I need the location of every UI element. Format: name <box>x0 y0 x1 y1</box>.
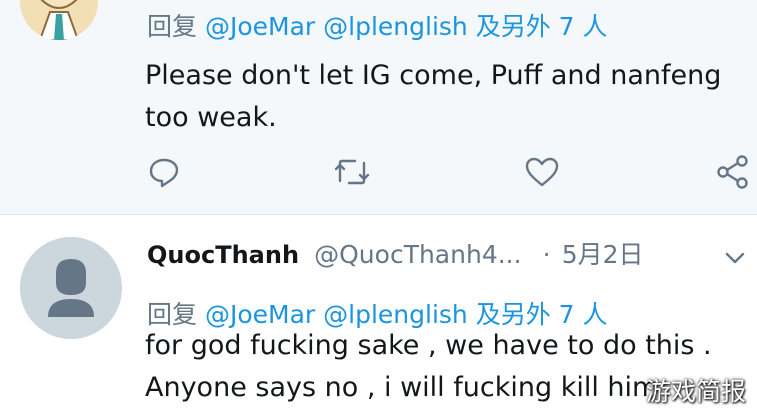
tweet-card[interactable]: 回复 @JoeMar @lplenglish 及另外 7 人 Please do… <box>0 0 757 214</box>
like-icon <box>525 157 559 187</box>
retweet-icon <box>334 159 370 185</box>
mention-link[interactable]: @lplenglish <box>323 12 468 41</box>
share-icon <box>717 155 748 189</box>
mention-link[interactable]: @JoeMar <box>205 12 315 41</box>
reply-context: 回复 @JoeMar @lplenglish 及另外 7 人 <box>147 12 608 42</box>
avatar[interactable] <box>20 0 98 40</box>
tweet-text-line: Anyone says no , i will fucking kill him <box>145 372 659 403</box>
reply-prefix: 回复 <box>147 12 198 41</box>
more-options-button[interactable] <box>720 243 750 273</box>
default-profile-icon <box>20 237 122 339</box>
tweet-header: QuocThanh @QuocThanh4... · 5月2日 <box>147 235 644 275</box>
display-name[interactable]: QuocThanh <box>147 241 299 269</box>
avatar[interactable] <box>20 237 122 339</box>
like-button[interactable] <box>520 150 564 194</box>
user-handle[interactable]: @QuocThanh4... <box>314 240 521 269</box>
chevron-down-icon <box>725 252 745 264</box>
more-mentions-link[interactable]: 及另外 7 人 <box>476 12 608 41</box>
watermark: 游戏简报 <box>646 377 747 406</box>
tweet-text: for god fucking sake , we have to do thi… <box>145 325 712 409</box>
tweet-date[interactable]: 5月2日 <box>562 240 644 269</box>
reply-icon <box>149 158 179 188</box>
tweet-text-line: too weak. <box>145 102 277 133</box>
separator-dot: · <box>542 240 551 269</box>
retweet-button[interactable] <box>330 150 374 194</box>
reply-button[interactable] <box>142 150 186 194</box>
share-button[interactable] <box>711 150 755 194</box>
cartoon-avatar-icon <box>20 0 98 40</box>
tweet-actions <box>0 150 757 200</box>
tweet-text: Please don't let IG come, Puff and nanfe… <box>145 55 721 139</box>
tweet-text-line: for god fucking sake , we have to do thi… <box>145 330 712 361</box>
tweet-text-line: Please don't let IG come, Puff and nanfe… <box>145 60 722 91</box>
